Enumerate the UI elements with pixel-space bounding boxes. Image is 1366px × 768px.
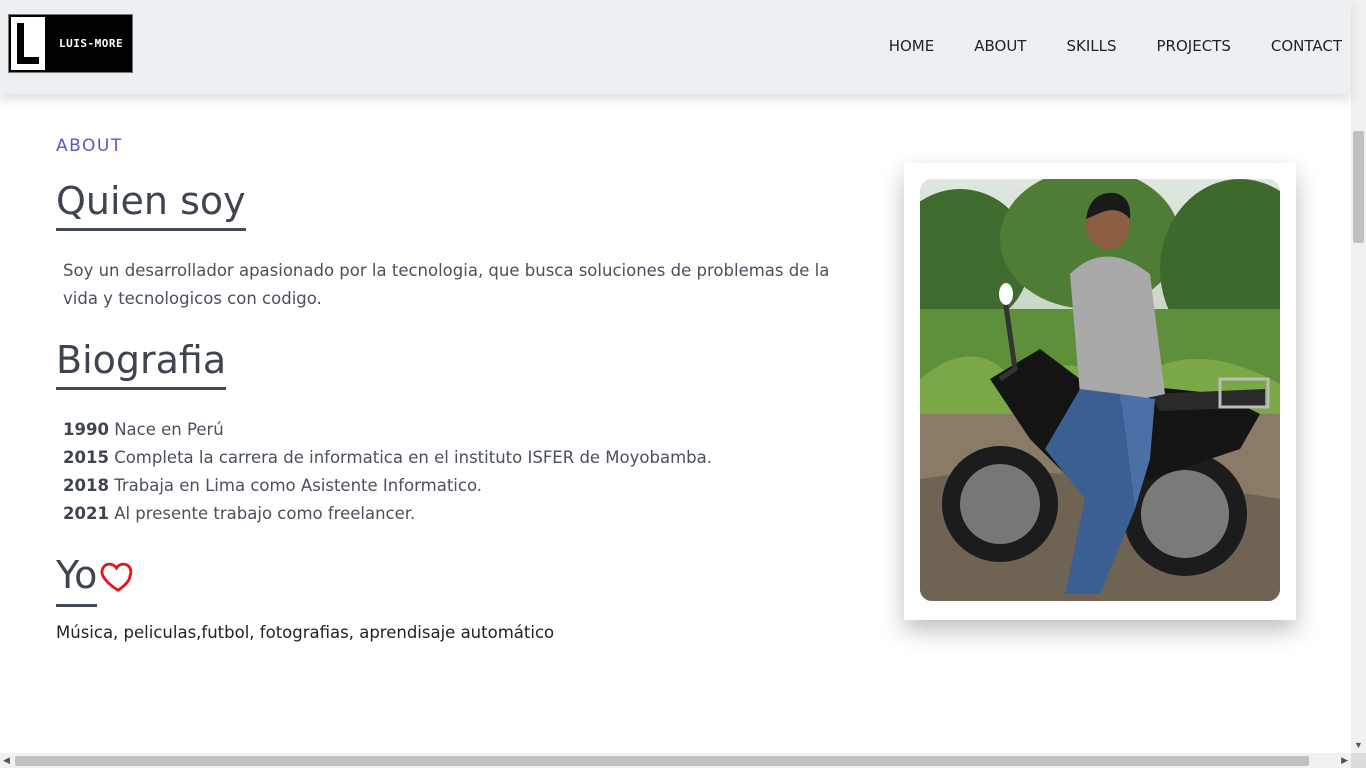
quien-soy-text: Soy un desarrollador apasionado por la t… (63, 261, 830, 308)
timeline-year: 2018 (63, 476, 109, 495)
vertical-scroll-thumb[interactable] (1353, 131, 1364, 243)
site-header: LUIS-MORE HOME ABOUT SKILLS PROJECTS CON… (0, 0, 1351, 94)
yo-heading: Yo (56, 553, 137, 598)
site-logo[interactable]: LUIS-MORE (8, 14, 133, 73)
nav-home[interactable]: HOME (889, 37, 935, 55)
timeline-text: Nace en Perú (114, 420, 224, 439)
scroll-left-arrow-icon[interactable]: ◀ (3, 755, 10, 766)
timeline-text: Al presente trabajo como freelancer. (114, 504, 416, 523)
heart-outline-icon (100, 562, 133, 592)
quien-soy-heading: Quien soy (56, 179, 246, 231)
timeline-year: 1990 (63, 420, 109, 439)
profile-photo (920, 179, 1280, 601)
timeline-item: 2018 Trabaja en Lima como Asistente Info… (63, 472, 712, 500)
nav-projects[interactable]: PROJECTS (1157, 37, 1231, 55)
nav-contact[interactable]: CONTACT (1271, 37, 1342, 55)
nav-about[interactable]: ABOUT (974, 37, 1026, 55)
nav-skills[interactable]: SKILLS (1066, 37, 1116, 55)
vertical-scrollbar[interactable]: ▼ (1351, 0, 1366, 753)
yo-underline (56, 604, 97, 607)
timeline-text: Completa la carrera de informatica en el… (114, 448, 712, 467)
hobbies-text: Música, peliculas,futbol, fotografias, a… (56, 623, 555, 642)
scroll-down-arrow-icon[interactable]: ▼ (1354, 740, 1363, 750)
section-label: ABOUT (56, 136, 123, 156)
timeline-item: 2015 Completa la carrera de informatica … (63, 444, 712, 472)
timeline-year: 2021 (63, 504, 109, 523)
biography-timeline: 1990 Nace en Perú 2015 Completa la carre… (63, 416, 712, 528)
horizontal-scrollbar[interactable]: ◀ ▶ (0, 753, 1351, 768)
scrollbar-corner (1351, 753, 1366, 768)
logo-mark-icon (11, 17, 45, 70)
profile-photo-card (904, 163, 1296, 620)
timeline-text: Trabaja en Lima como Asistente Informati… (114, 476, 482, 495)
biografia-heading: Biografia (56, 338, 227, 390)
yo-heading-text: Yo (56, 553, 98, 597)
logo-text: LUIS-MORE (59, 37, 124, 50)
scroll-right-arrow-icon[interactable]: ▶ (1341, 755, 1348, 766)
horizontal-scroll-thumb[interactable] (15, 756, 1309, 766)
timeline-item: 1990 Nace en Perú (63, 416, 712, 444)
timeline-year: 2015 (63, 448, 109, 467)
timeline-item: 2021 Al presente trabajo como freelancer… (63, 500, 712, 528)
main-nav: HOME ABOUT SKILLS PROJECTS CONTACT (849, 37, 1342, 55)
